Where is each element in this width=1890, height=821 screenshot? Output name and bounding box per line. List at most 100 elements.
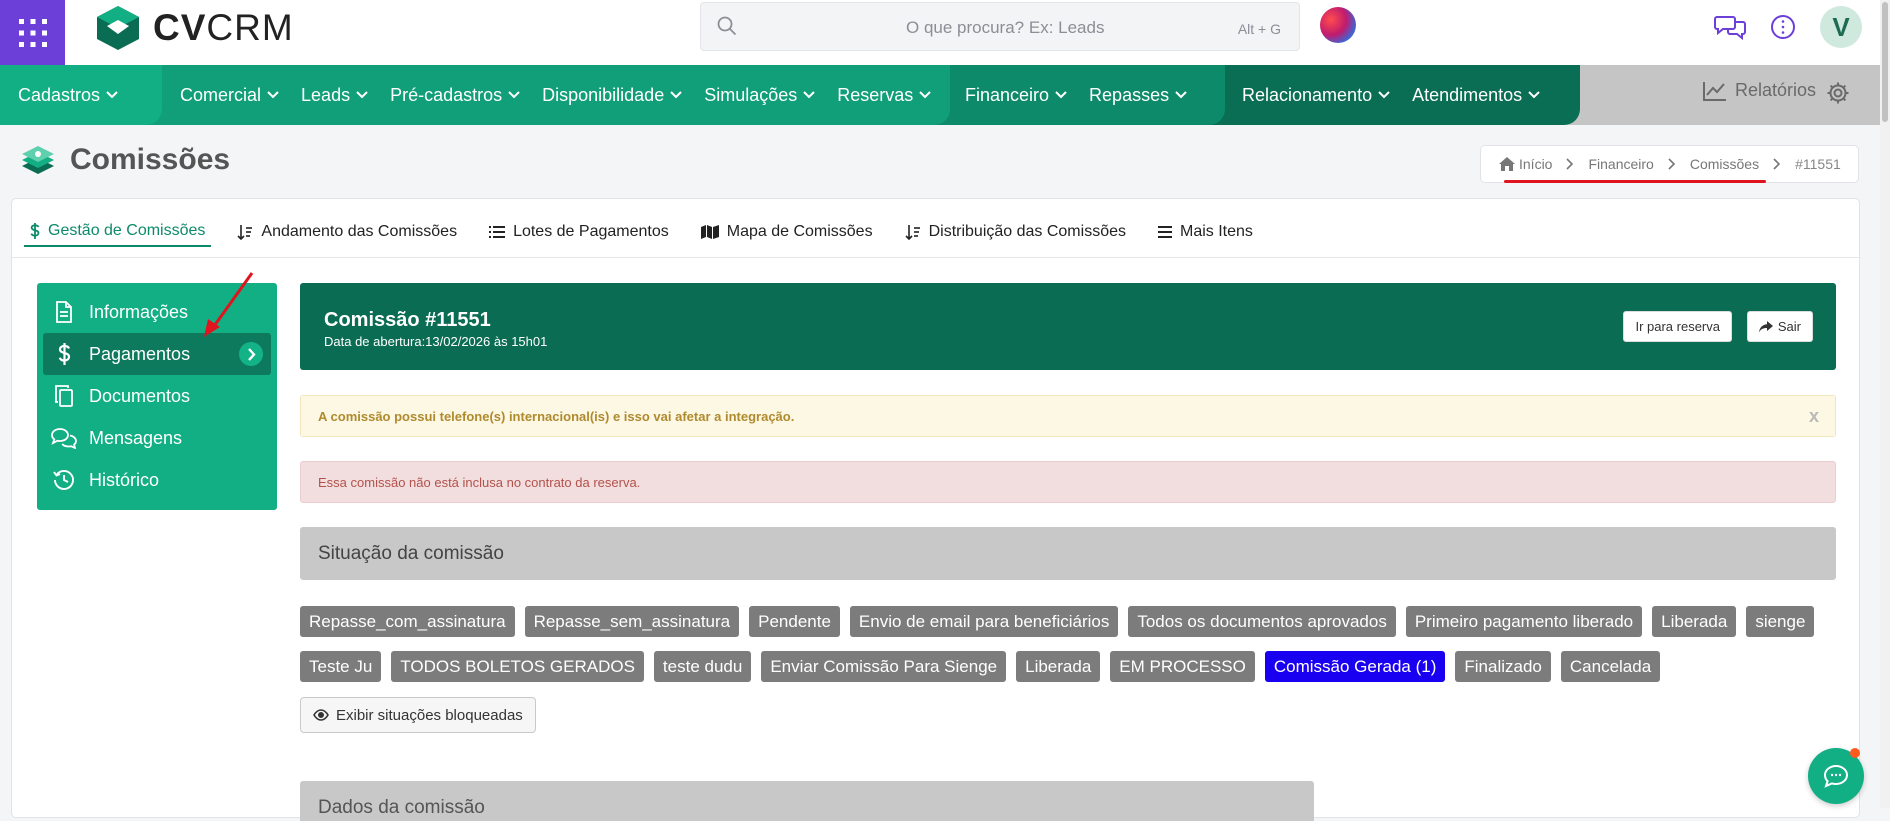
list-icon — [489, 225, 506, 239]
chevron-down-icon — [1378, 91, 1390, 99]
chat-bubbles-icon — [51, 427, 77, 449]
status-tag[interactable]: EM PROCESSO — [1110, 651, 1255, 682]
tab-andamento-das-comissoes[interactable]: Andamento das Comissões — [231, 213, 463, 247]
breadcrumb: Início Financeiro Comissões #11551 — [1480, 145, 1859, 183]
chevron-down-icon — [1528, 91, 1540, 99]
breadcrumb-financeiro[interactable]: Financeiro — [1588, 156, 1653, 172]
sort-descending-icon — [237, 224, 253, 240]
commission-title: Comissão #11551 — [324, 309, 491, 331]
status-tag[interactable]: Pendente — [749, 606, 840, 637]
reports-link[interactable]: Relatórios — [1703, 80, 1816, 101]
status-tag[interactable]: Primeiro pagamento liberado — [1405, 606, 1643, 637]
chevron-right-icon — [1668, 158, 1676, 170]
sidemenu-item-mensagens[interactable]: Mensagens — [43, 417, 271, 459]
info-button[interactable] — [1766, 10, 1800, 44]
dollar-icon — [30, 223, 40, 239]
nav-item-financeiro[interactable]: Financeiro — [965, 85, 1067, 106]
sort-descending-icon — [905, 224, 921, 240]
sidemenu-item-historico[interactable]: Histórico — [43, 459, 271, 501]
chevron-down-icon — [670, 91, 682, 99]
eye-icon — [313, 709, 329, 721]
commission-open-date: Data de abertura:13/02/2026 às 15h01 — [324, 334, 548, 349]
go-to-reservation-button[interactable]: Ir para reserva — [1623, 311, 1732, 342]
status-tag[interactable]: Finalizado — [1455, 651, 1551, 682]
status-tag[interactable]: Liberada — [1652, 606, 1737, 637]
dollar-icon — [51, 343, 77, 365]
global-search-input[interactable]: O que procura? Ex: Leads Alt + G — [700, 2, 1300, 51]
exit-button[interactable]: Sair — [1746, 311, 1813, 342]
apps-menu-button[interactable] — [0, 0, 65, 65]
chat-button[interactable] — [1713, 10, 1747, 44]
tab-gestao-de-comissoes[interactable]: Gestão de Comissões — [24, 213, 212, 247]
status-list: Repasse_com_assinatura Repasse_sem_assina… — [300, 606, 1840, 696]
menu-icon — [1157, 226, 1172, 238]
logo-icon — [95, 4, 141, 50]
user-avatar[interactable]: V — [1820, 6, 1862, 48]
breadcrumb-current: #11551 — [1795, 156, 1841, 172]
chevron-down-icon — [356, 91, 368, 99]
chevron-right-icon — [1773, 158, 1781, 170]
status-tag[interactable]: Liberada — [1016, 651, 1101, 682]
nav-item-disponibilidade[interactable]: Disponibilidade — [542, 85, 682, 106]
chevron-down-icon — [1055, 91, 1067, 99]
nav-item-repasses[interactable]: Repasses — [1089, 85, 1187, 106]
settings-button[interactable] — [1826, 81, 1850, 105]
tab-distribuicao-das-comissoes[interactable]: Distribuição das Comissões — [899, 213, 1132, 247]
share-arrow-icon — [1758, 320, 1773, 333]
situacao-section-header: Situação da comissão — [300, 527, 1836, 580]
sidemenu-item-documentos[interactable]: Documentos — [43, 375, 271, 417]
info-icon — [1770, 14, 1796, 40]
nav-item-leads[interactable]: Leads — [301, 85, 368, 106]
status-tag[interactable]: Repasse_com_assinatura — [300, 606, 515, 637]
document-icon — [51, 301, 77, 323]
breadcrumb-home[interactable]: Início — [1499, 156, 1552, 172]
tab-lotes-de-pagamentos[interactable]: Lotes de Pagamentos — [483, 213, 675, 247]
status-tag[interactable]: teste dudu — [653, 651, 752, 682]
nav-item-cadastros[interactable]: Cadastros — [18, 85, 118, 106]
dados-section-header: Dados da comissão — [300, 781, 1314, 821]
chat-bubbles-icon — [1714, 13, 1746, 41]
status-tag[interactable]: Todos os documentos aprovados — [1128, 606, 1396, 637]
notification-dot — [1850, 748, 1860, 758]
red-underline-annotation — [1504, 180, 1766, 183]
sidemenu-item-pagamentos[interactable]: Pagamentos — [43, 333, 271, 375]
tab-mais-itens[interactable]: Mais Itens — [1152, 213, 1259, 247]
warning-alert: A comissão possui telefone(s) internacio… — [300, 395, 1836, 437]
search-icon — [717, 16, 737, 36]
logo[interactable]: CVCRM — [95, 2, 294, 52]
nav-item-atendimentos[interactable]: Atendimentos — [1412, 85, 1540, 106]
breadcrumb-comissoes[interactable]: Comissões — [1690, 156, 1759, 172]
nav-item-relacionamento[interactable]: Relacionamento — [1242, 85, 1390, 106]
show-blocked-statuses-button[interactable]: Exibir situações bloqueadas — [300, 697, 536, 733]
page-heading: Comissões — [70, 143, 231, 176]
map-icon — [700, 225, 719, 239]
status-tag[interactable]: TODOS BOLETOS GERADOS — [391, 651, 644, 682]
history-icon — [51, 469, 77, 491]
status-tag[interactable]: Repasse_sem_assinatura — [524, 606, 740, 637]
status-tag[interactable]: Envio de email para beneficiários — [849, 606, 1119, 637]
company-avatar[interactable] — [1320, 7, 1356, 43]
grid-icon — [18, 18, 48, 48]
nav-item-reservas[interactable]: Reservas — [837, 85, 932, 106]
search-shortcut: Alt + G — [1237, 21, 1281, 37]
search-placeholder: O que procura? Ex: Leads — [906, 18, 1105, 37]
chat-icon — [1823, 764, 1849, 788]
chevron-right-icon — [239, 342, 263, 366]
nav-item-pre-cadastros[interactable]: Pré-cadastros — [390, 85, 520, 106]
status-tag[interactable]: Cancelada — [1560, 651, 1661, 682]
page-scrollbar[interactable] — [1880, 0, 1890, 808]
status-tag[interactable]: Enviar Comissão Para Sienge — [761, 651, 1007, 682]
tab-mapa-de-comissoes[interactable]: Mapa de Comissões — [695, 213, 879, 247]
content-card: Gestão de Comissões Andamento das Comiss… — [11, 198, 1860, 821]
status-tag[interactable]: Teste Ju — [300, 651, 382, 682]
commission-header: Comissão #11551 Data de abertura:13/02/2… — [300, 283, 1836, 370]
nav-group-cadastros: Cadastros — [0, 65, 162, 125]
line-chart-icon — [1703, 81, 1727, 101]
nav-item-comercial[interactable]: Comercial — [180, 85, 279, 106]
scrollbar-thumb[interactable] — [1882, 2, 1888, 122]
status-tag[interactable]: Comissão Gerada (1) — [1264, 651, 1446, 682]
close-alert-button[interactable]: x — [1809, 406, 1819, 427]
page-title: Comissões — [18, 140, 230, 180]
nav-item-simulacoes[interactable]: Simulações — [704, 85, 815, 106]
status-tag[interactable]: sienge — [1746, 606, 1815, 637]
